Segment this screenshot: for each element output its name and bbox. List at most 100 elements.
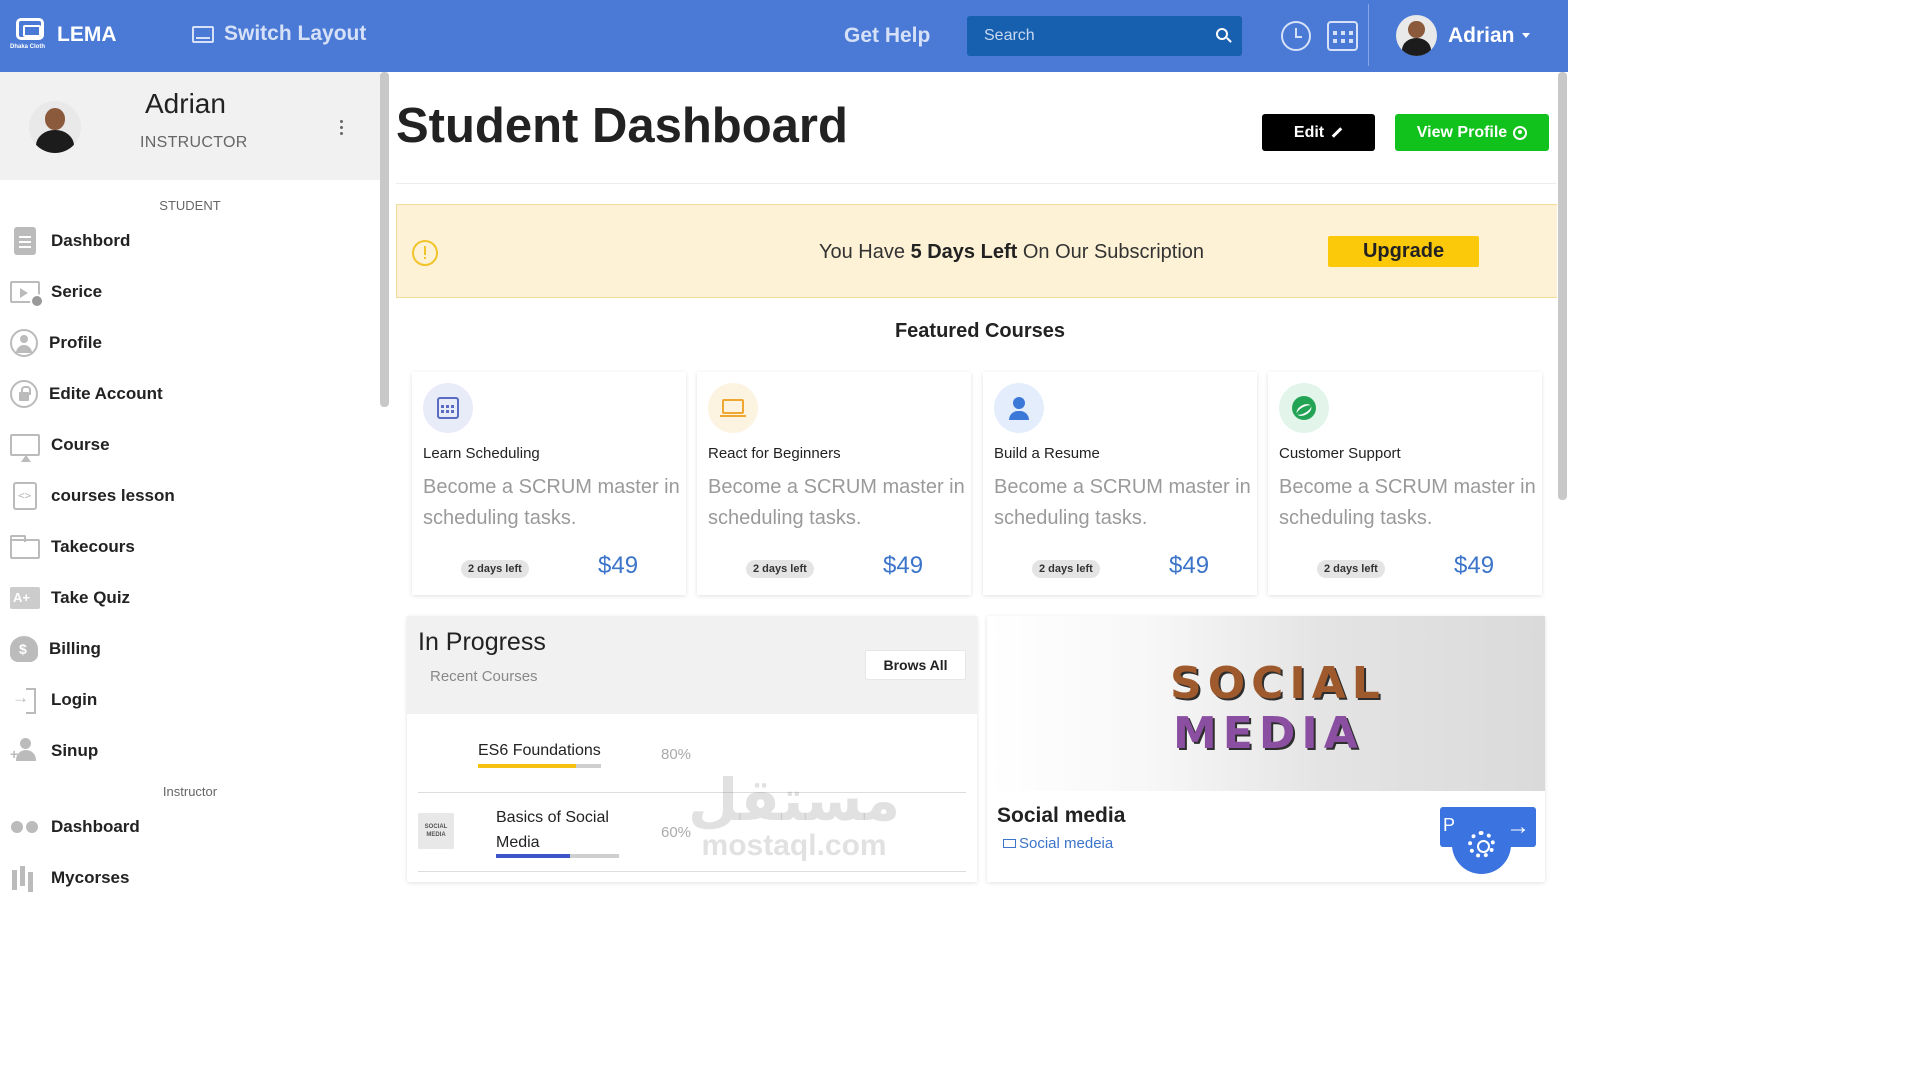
sidebar-item-dashbord[interactable]: Dashbord (10, 224, 130, 258)
sidebar-profile-role: INSTRUCTOR (140, 134, 248, 151)
alarm-clock-icon[interactable] (1281, 21, 1311, 51)
sidebar-item-mycorses[interactable]: Mycorses (10, 861, 129, 895)
page-scrollbar-thumb[interactable] (1558, 72, 1567, 500)
social-card-link[interactable]: Social medeia (1003, 835, 1113, 852)
user-menu[interactable]: Adrian (1396, 15, 1530, 56)
money-bag-icon (10, 636, 38, 662)
calendar-icon (423, 383, 473, 433)
days-left-badge: 2 days left (1032, 560, 1100, 578)
add-user-icon: + (10, 737, 40, 765)
course-progress-name[interactable]: Basics of Social Media (496, 805, 626, 855)
settings-button[interactable] (1452, 815, 1511, 874)
social-card-link-label: Social medeia (1019, 835, 1114, 852)
calendar-icon[interactable] (1327, 21, 1358, 51)
view-profile-button[interactable]: View Profile (1395, 114, 1549, 151)
sidebar-item-label: Takecours (51, 537, 135, 556)
video-settings-icon (10, 281, 44, 308)
course-price: $49 (1169, 552, 1210, 579)
days-left-badge: 2 days left (746, 560, 814, 578)
course-title[interactable]: React for Beginners (708, 445, 841, 462)
brand-name: LEMA (57, 23, 117, 46)
sidebar-item-sinup[interactable]: + Sinup (10, 734, 98, 768)
course-card[interactable]: Customer Support Become a SCRUM master i… (1268, 372, 1542, 595)
image-text-line1: SOCIAL (1170, 658, 1386, 709)
view-profile-label: View Profile (1416, 123, 1508, 141)
browse-all-button[interactable]: Brows All (865, 650, 966, 680)
sidebar-item-edite-account[interactable]: Edite Account (10, 377, 163, 411)
sidebar-scrollbar-thumb[interactable] (380, 72, 389, 407)
sidebar-item-billing[interactable]: Billing (10, 632, 101, 666)
course-description: Become a SCRUM master in scheduling task… (423, 476, 680, 529)
course-title[interactable]: Build a Resume (994, 445, 1100, 462)
sidebar-item-login[interactable]: Login (10, 683, 97, 717)
kebab-menu-icon[interactable] (340, 120, 344, 136)
chevron-down-icon (1521, 33, 1530, 38)
sidebar-item-courses-lesson[interactable]: courses lesson (10, 479, 175, 513)
row-divider (418, 871, 966, 872)
course-card[interactable]: Learn Scheduling Become a SCRUM master i… (412, 372, 686, 595)
sidebar-item-takecours[interactable]: Takecours (10, 530, 135, 564)
glasses-icon (10, 813, 40, 841)
sidebar-avatar (29, 101, 81, 153)
switch-layout-label: Switch Layout (224, 22, 367, 45)
sidebar-item-serice[interactable]: Serice (10, 275, 102, 309)
warning-icon (412, 240, 438, 266)
sidebar-profile: Adrian INSTRUCTOR (0, 72, 380, 180)
days-left-badge: 2 days left (1317, 560, 1385, 578)
in-progress-title: In Progress (418, 628, 546, 656)
upgrade-button[interactable]: Upgrade (1328, 236, 1479, 267)
user-circle-icon (10, 329, 38, 357)
user-circle-icon (1513, 125, 1528, 140)
course-price: $49 (883, 552, 924, 579)
laptop-icon (1003, 839, 1016, 848)
course-progress-name[interactable]: ES6 Foundations (478, 738, 601, 763)
course-title[interactable]: Customer Support (1279, 445, 1401, 462)
folder-open-icon (10, 535, 40, 559)
header-divider (396, 183, 1556, 184)
sidebar-item-label: Serice (51, 282, 103, 301)
days-left-badge: 2 days left (461, 560, 529, 578)
sidebar-item-label: Course (51, 435, 110, 454)
get-help-link[interactable]: Get Help (844, 24, 930, 48)
search-icon[interactable] (1216, 28, 1228, 40)
navbar-divider (1368, 4, 1369, 66)
edit-button-label: Edit (1293, 123, 1325, 141)
user-menu-name: Adrian (1448, 23, 1515, 47)
page-title: Student Dashboard (396, 99, 848, 153)
sidebar-item-take-quiz[interactable]: Take Quiz (10, 581, 130, 615)
sidebar-section-student: STUDENT (159, 198, 221, 213)
subscription-alert: You Have 5 Days Left On Our Subscription… (396, 204, 1558, 298)
sidebar-scrollbar[interactable] (380, 72, 390, 882)
edit-button[interactable]: Edit (1262, 114, 1375, 151)
social-card-title[interactable]: Social media (997, 804, 1125, 828)
brand-logo-icon: Dhaka Cloth (10, 14, 52, 56)
course-thumbnail: SOCIAL MEDIA (418, 813, 454, 849)
course-title[interactable]: Learn Scheduling (423, 445, 540, 462)
sidebar-item-profile[interactable]: Profile (10, 326, 102, 360)
search-bar (967, 16, 1242, 56)
bar-chart-icon (10, 864, 40, 892)
switch-layout-button[interactable]: Switch Layout (192, 22, 366, 46)
course-description: Become a SCRUM master in scheduling task… (1279, 476, 1536, 529)
sidebar: Adrian INSTRUCTOR STUDENT Dashbord Seric… (0, 72, 380, 890)
sidebar-item-label: Dashbord (51, 231, 131, 250)
course-card[interactable]: Build a Resume Become a SCRUM master in … (983, 372, 1257, 595)
brand-tagline: Dhaka Cloth (10, 44, 46, 50)
search-input[interactable] (967, 27, 1207, 45)
progress-bar-fill (496, 854, 570, 858)
sidebar-section-instructor: Instructor (162, 784, 218, 799)
page-scrollbar[interactable] (1557, 72, 1568, 882)
gear-icon (1468, 831, 1495, 858)
sidebar-profile-name: Adrian (145, 88, 226, 119)
progress-bar-fill (478, 764, 577, 768)
code-file-icon (13, 482, 37, 510)
sidebar-item-instructor-dashboard[interactable]: Dashboard (10, 810, 140, 844)
progress-percent: 80% (661, 746, 692, 763)
brand[interactable]: Dhaka Cloth LEMA (10, 14, 117, 56)
sidebar-item-label: Take Quiz (51, 588, 131, 607)
sidebar-item-course[interactable]: Course (10, 428, 110, 462)
course-card[interactable]: React for Beginners Become a SCRUM maste… (697, 372, 971, 595)
sidebar-item-label: courses lesson (51, 486, 175, 505)
alert-message: You Have 5 Days Left On Our Subscription (819, 241, 1205, 263)
sidebar-item-label: Dashboard (51, 817, 140, 836)
